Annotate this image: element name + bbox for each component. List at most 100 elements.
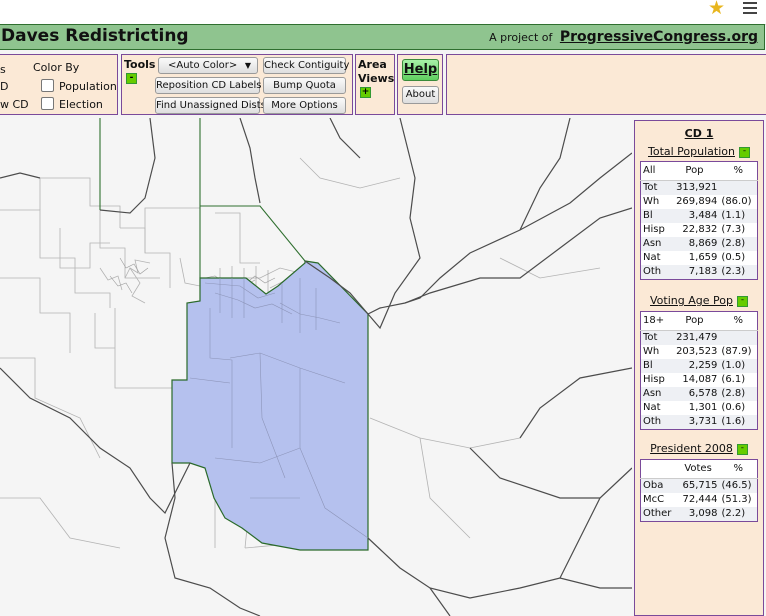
row-value: 14,087 [682,374,718,385]
row-pct [719,180,758,195]
row-value: 22,832 [682,224,718,235]
row-pct: (2.8) [719,387,758,401]
table-row: Asn 8,869 (2.8) [640,237,758,251]
row-label: Asn [640,387,670,401]
auto-color-select[interactable]: <Auto Color> ▼ [158,57,258,74]
total-pop-title[interactable]: Total Population - [635,145,763,158]
table-row: Tot 313,921 [640,180,758,195]
project-credit: A project of ProgressiveCongress.org [489,27,758,48]
table-header: All [640,161,670,181]
row-pct: (2.3) [719,265,758,280]
row-pct: (86.0) [721,196,752,207]
row-pct: (1.6) [719,415,758,430]
row-label: Oth [640,265,670,280]
row-value: 1,301 [688,402,718,413]
voting-age-table: 18+ Pop% Tot 231,479 Wh 203,523 (87.9) Bl 2,2… [640,311,758,430]
area-views-expand-icon[interactable]: + [360,87,371,98]
tools-panel: Tools - <Auto Color> ▼ Reposition CD Lab… [121,54,353,115]
table-header: 18+ [640,311,670,331]
voting-age-title-text: Voting Age Pop [650,294,733,307]
row-pct: (46.5) [719,478,758,493]
table-row: Other 3,098 (2.2) [640,507,758,522]
project-link[interactable]: ProgressiveCongress.org [560,29,758,45]
help-button[interactable]: Help [402,59,439,81]
row-pct: (0.5) [721,252,746,263]
row-pct: (87.9) [721,346,752,357]
partial-label-3: w CD [0,98,29,111]
row-value: 313,921 [669,180,720,195]
row-pct: (1.0) [719,359,758,373]
table-header: Votes [676,459,720,479]
partial-label-2: D [0,80,9,93]
table-row: Oba 65,715 (46.5) [640,478,758,493]
row-label: Hisp [643,224,665,235]
area-label: Area [358,58,387,71]
row-label: Other [640,507,677,522]
president-title[interactable]: President 2008- [635,442,763,455]
check-contiguity-button[interactable]: Check Contiguity [263,57,349,74]
voting-age-collapse-icon[interactable]: - [736,295,748,307]
district-map[interactable] [0,118,632,616]
browser-menu-icon[interactable] [743,0,757,17]
total-pop-collapse-icon[interactable]: - [738,146,750,158]
total-pop-title-text: Total Population [648,145,735,158]
table-header: % [719,161,758,181]
row-label: Wh [643,346,660,357]
app-header: Daves Redistricting A project of Progres… [0,24,765,50]
table-row: Wh 269,894 (86.0) [641,195,758,209]
row-label: Asn [640,237,670,251]
row-pct: (6.1) [721,374,746,385]
voting-age-title[interactable]: Voting Age Pop - [635,294,763,307]
about-button[interactable]: About [402,86,439,104]
row-pct: (0.6) [721,402,746,413]
map-svg [0,118,632,616]
row-pct: (2.8) [719,237,758,251]
population-checkbox[interactable] [41,79,54,92]
population-label: Population [59,80,117,93]
row-value: 7,183 [669,265,720,280]
row-value: 3,484 [669,209,720,223]
row-label: Wh [643,196,660,207]
row-pct: (2.2) [719,507,758,522]
table-row: Hisp 22,832 (7.3) [641,223,758,237]
project-prefix: A project of [489,31,553,44]
find-unassigned-dists-button[interactable]: Find Unassigned Dists [155,97,266,114]
chevron-down-icon: ▼ [244,61,251,70]
bookmark-star-icon[interactable]: ★ [708,0,725,19]
row-value: 2,259 [669,359,720,373]
table-row: Nat 1,659 (0.5) [641,251,758,265]
row-label: Tot [640,180,670,195]
row-label: Hisp [643,374,665,385]
row-label: Nat [643,402,661,413]
row-value: 231,479 [669,330,720,345]
election-checkbox[interactable] [41,97,54,110]
view-options-panel: s D w CD Color By Population Election [0,54,118,115]
reposition-cd-labels-button[interactable]: Reposition CD Labels [155,77,262,94]
cd-title[interactable]: CD 1 [635,127,763,140]
row-value: 3,731 [669,415,720,430]
tools-collapse-icon[interactable]: - [126,73,137,84]
row-label: Tot [640,330,670,345]
bump-quota-button[interactable]: Bump Quota [263,77,346,94]
help-panel: Help About [397,54,443,115]
row-label: Bl [640,209,670,223]
more-options-button[interactable]: More Options [263,97,346,114]
views-label: Views [358,72,395,85]
toolbar-filler [446,54,766,115]
row-pct: (51.3) [721,494,752,505]
color-by-label: Color By [33,61,80,74]
row-value: 8,869 [669,237,720,251]
table-row: Bl 2,259 (1.0) [640,359,758,373]
table-header: % [719,459,758,479]
table-row: Tot 231,479 [640,330,758,345]
row-value: 269,894 [676,196,718,207]
row-value: 6,578 [669,387,720,401]
row-value: 1,659 [688,252,718,263]
row-label: McC [643,494,665,505]
tools-label: Tools [124,58,156,71]
row-value: 72,444 [682,494,718,505]
table-row: Nat 1,301 (0.6) [641,401,758,415]
president-collapse-icon[interactable]: - [736,443,748,455]
total-pop-table: All Pop% Tot 313,921 Wh 269,894 (86.0) Bl 3,4… [640,161,758,280]
table-row: Wh 203,523 (87.9) [641,345,758,359]
